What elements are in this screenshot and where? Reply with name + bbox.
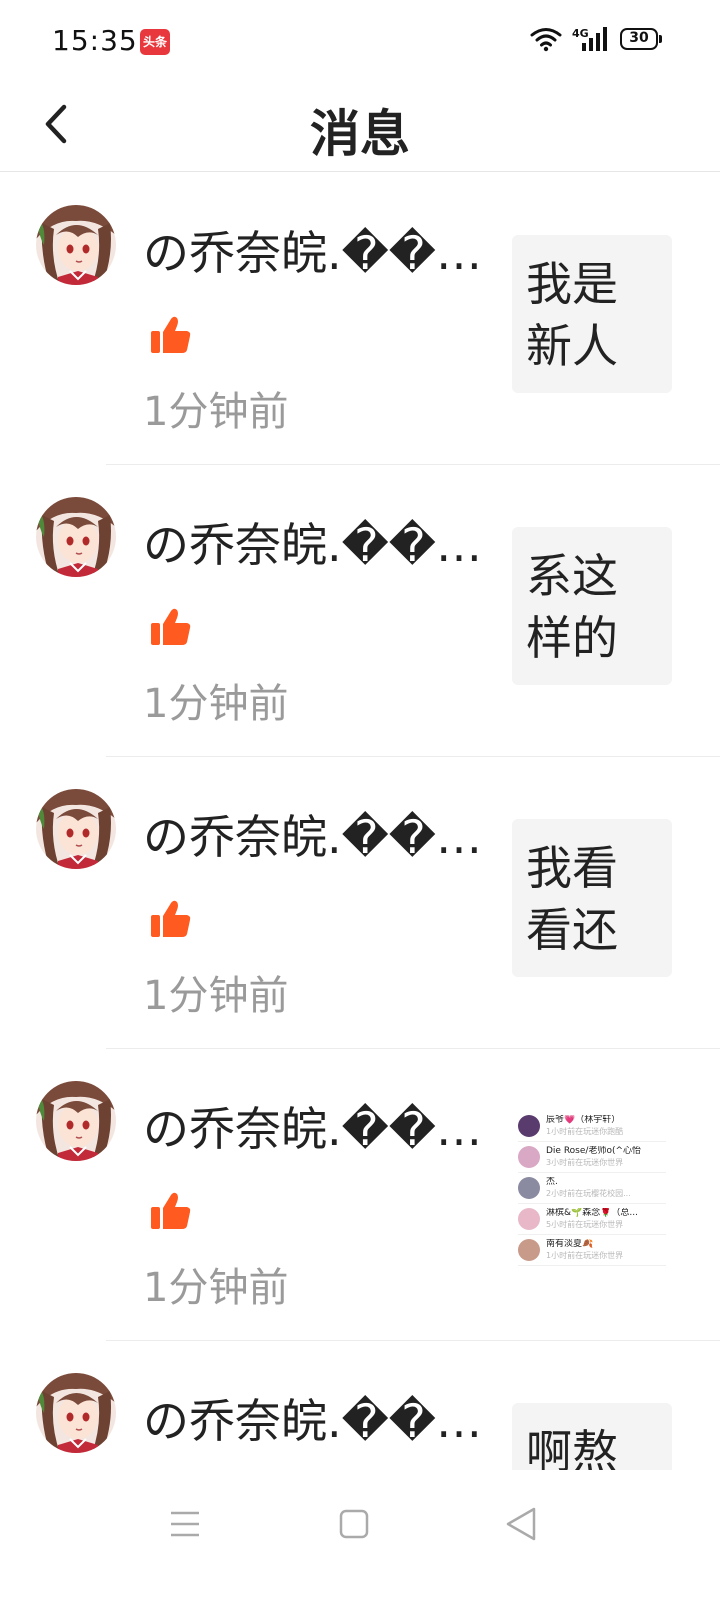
nav-bar: 消息	[0, 80, 720, 172]
message-item[interactable]: の乔奈皖.��… 1分钟前 我看看还	[0, 757, 720, 1049]
mini-avatar	[518, 1239, 540, 1261]
mini-avatar	[518, 1115, 540, 1137]
thumbs-up-icon	[149, 897, 193, 941]
toutiao-app-icon: 头条	[140, 29, 170, 55]
home-button[interactable]	[332, 1502, 376, 1546]
preview-text: 我看看还	[526, 841, 618, 957]
system-nav-bar	[0, 1470, 720, 1600]
mini-avatar	[518, 1208, 540, 1230]
avatar[interactable]	[36, 789, 116, 869]
mini-avatar	[518, 1146, 540, 1168]
status-time: 15:35	[52, 24, 138, 57]
mini-sub: 5小时前在玩迷你世界	[546, 1220, 624, 1229]
avatar[interactable]	[36, 1373, 116, 1453]
preview-box[interactable]: 我是新人	[512, 235, 672, 393]
message-item[interactable]: の乔奈皖.��… 1分钟前 系这样的	[0, 465, 720, 757]
message-list[interactable]: の乔奈皖.��… 1分钟前 我是新人 の乔奈皖.��… 1分钟前 系这样的 の乔…	[0, 173, 720, 1470]
preview-thumbnail[interactable]: 辰爷💗（林宇轩） 1小时前在玩迷你跑酷 Die Rose/老师o(^心怡 3小时…	[512, 1111, 672, 1269]
wifi-icon	[530, 28, 562, 52]
system-back-button[interactable]	[499, 1502, 543, 1546]
mini-name: 南有淡夏🍂	[546, 1239, 594, 1249]
square-home-icon	[339, 1509, 369, 1539]
mini-name: 辰爷💗（林宇轩）	[546, 1115, 621, 1125]
mini-name: 淋槟&🌱森念🌹（总...	[546, 1208, 639, 1218]
mini-row: 淋槟&🌱森念🌹（总... 5小时前在玩迷你世界	[518, 1204, 666, 1235]
message-item[interactable]: の乔奈皖.��… 1分钟前 我是新人	[0, 173, 720, 465]
page-title: 消息	[310, 105, 410, 163]
thumbs-up-icon	[149, 313, 193, 357]
mini-avatar	[518, 1177, 540, 1199]
status-bar: 15:35 头条 4G 30	[0, 0, 720, 80]
mini-sub: 3小时前在玩迷你世界	[546, 1158, 624, 1167]
username[interactable]: の乔奈皖.��…	[143, 217, 488, 283]
thumbs-up-icon	[149, 605, 193, 649]
status-icons: 4G 30	[530, 26, 662, 52]
timestamp: 1分钟前	[143, 389, 289, 435]
mini-sub: 1小时前在玩迷你跑酷	[546, 1127, 624, 1136]
timestamp: 1分钟前	[143, 681, 289, 727]
message-item[interactable]: の乔奈皖.��… 1分钟前 啊熬	[0, 1341, 720, 1470]
avatar[interactable]	[36, 497, 116, 577]
preview-text: 啊熬	[526, 1425, 618, 1470]
mini-name: Die Rose/老师o(^心怡	[546, 1146, 642, 1156]
thumbs-up-icon	[149, 1189, 193, 1233]
menu-button[interactable]	[163, 1502, 207, 1546]
avatar[interactable]	[36, 205, 116, 285]
preview-box[interactable]: 我看看还	[512, 819, 672, 977]
timestamp: 1分钟前	[143, 1265, 289, 1311]
username[interactable]: の乔奈皖.��…	[143, 801, 488, 867]
mini-row: 杰. 2小时前在玩樱花校园...	[518, 1173, 666, 1204]
triangle-back-icon	[506, 1507, 536, 1541]
username[interactable]: の乔奈皖.��…	[143, 1385, 488, 1451]
mini-name: 杰.	[546, 1177, 558, 1187]
username[interactable]: の乔奈皖.��…	[143, 1093, 488, 1159]
username[interactable]: の乔奈皖.��…	[143, 509, 488, 575]
mini-sub: 2小时前在玩樱花校园...	[546, 1189, 631, 1198]
mini-row: 辰爷💗（林宇轩） 1小时前在玩迷你跑酷	[518, 1111, 666, 1142]
avatar[interactable]	[36, 1081, 116, 1161]
message-item[interactable]: の乔奈皖.��… 1分钟前 辰爷💗（林宇轩） 1小时前在玩迷你跑酷 Die Ro…	[0, 1049, 720, 1341]
preview-text: 我是新人	[526, 257, 618, 373]
preview-box[interactable]: 啊熬	[512, 1403, 672, 1470]
mini-row: 南有淡夏🍂 1小时前在玩迷你世界	[518, 1235, 666, 1266]
signal-4g-icon: 4G	[572, 27, 607, 51]
mini-sub: 1小时前在玩迷你世界	[546, 1251, 624, 1260]
battery-icon: 30	[620, 28, 662, 50]
mini-row: Die Rose/老师o(^心怡 3小时前在玩迷你世界	[518, 1142, 666, 1173]
preview-box[interactable]: 系这样的	[512, 527, 672, 685]
preview-text: 系这样的	[526, 549, 618, 665]
timestamp: 1分钟前	[143, 973, 289, 1019]
svg-text:4G: 4G	[572, 27, 589, 40]
menu-icon	[171, 1511, 199, 1537]
